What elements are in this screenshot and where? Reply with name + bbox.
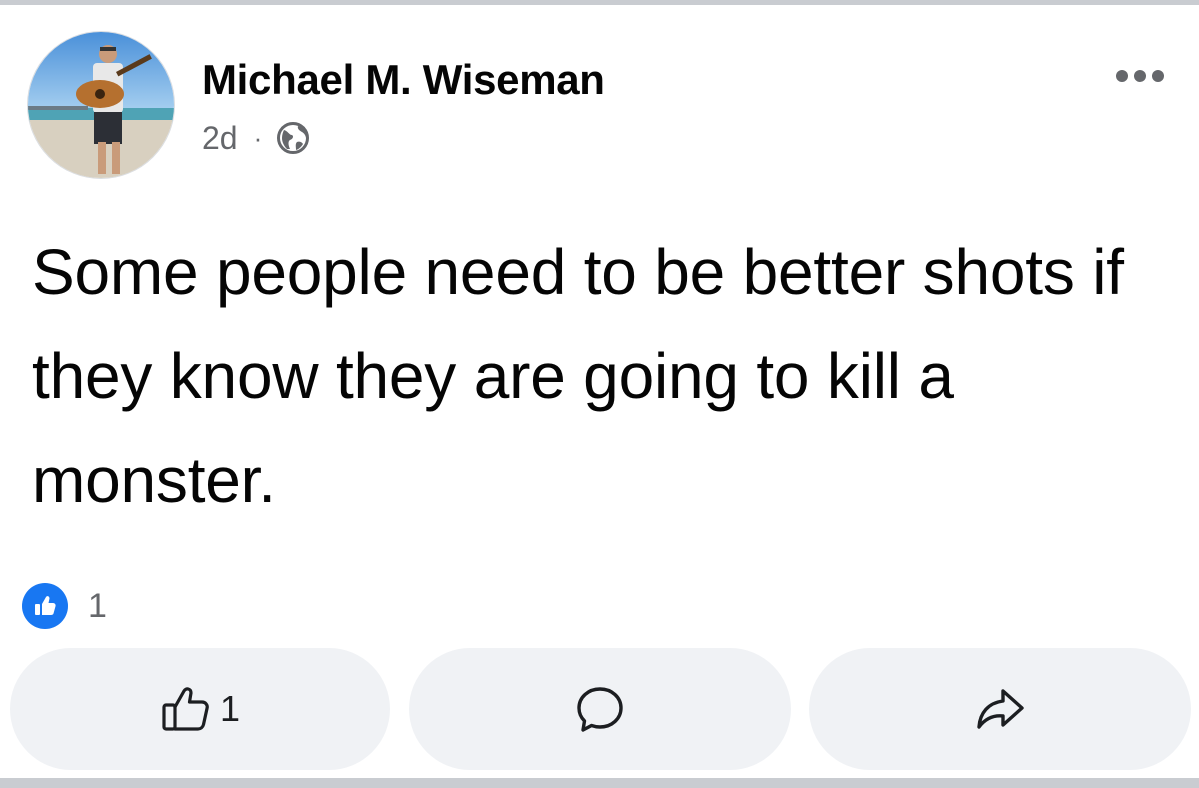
avatar[interactable] bbox=[27, 31, 175, 179]
comment-button[interactable] bbox=[409, 648, 791, 770]
post-meta: 2d · bbox=[202, 118, 310, 158]
share-button[interactable] bbox=[809, 648, 1191, 770]
more-options-icon[interactable] bbox=[1116, 70, 1164, 84]
like-reaction-icon bbox=[22, 583, 68, 629]
more-dot bbox=[1116, 70, 1128, 82]
comment-icon bbox=[577, 687, 623, 732]
post-timestamp[interactable]: 2d bbox=[202, 120, 238, 157]
share-icon bbox=[977, 689, 1024, 729]
meta-separator: · bbox=[253, 122, 263, 153]
bottom-divider bbox=[0, 778, 1199, 788]
post-text: Some people need to be better shots if t… bbox=[32, 236, 1124, 516]
like-button[interactable]: 1 bbox=[10, 648, 390, 770]
reaction-summary[interactable]: 1 bbox=[22, 582, 107, 630]
top-divider bbox=[0, 0, 1199, 5]
like-count: 1 bbox=[219, 688, 241, 729]
reaction-count[interactable]: 1 bbox=[88, 587, 107, 626]
more-dot bbox=[1152, 70, 1164, 82]
globe-icon[interactable] bbox=[276, 121, 310, 155]
author-name[interactable]: Michael M. Wiseman bbox=[202, 56, 605, 104]
thumbs-up-icon bbox=[162, 687, 209, 731]
more-dot bbox=[1134, 70, 1146, 82]
